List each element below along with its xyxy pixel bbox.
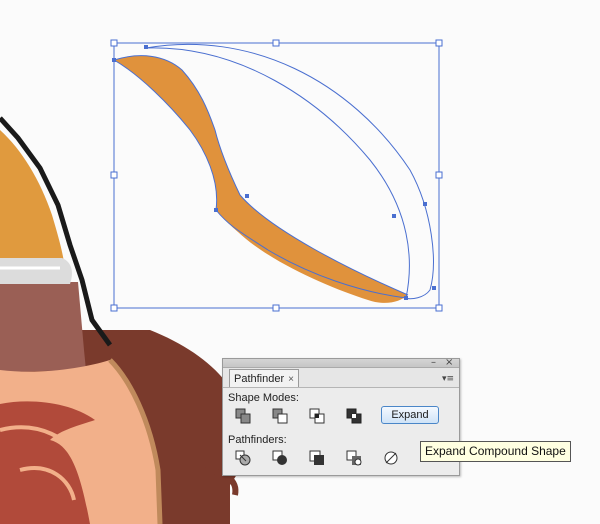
- panel-minimize-button[interactable]: –: [431, 358, 436, 368]
- exclude-icon[interactable]: [345, 407, 363, 425]
- divide-icon[interactable]: [234, 449, 252, 467]
- merge-icon[interactable]: [308, 449, 326, 467]
- resize-handle-top-left: [110, 39, 118, 47]
- intersect-icon[interactable]: [308, 407, 326, 425]
- tab-pathfinder-label: Pathfinder: [234, 373, 285, 385]
- expand-button[interactable]: Expand: [381, 406, 439, 424]
- resize-handle-middle-right: [435, 171, 443, 179]
- outline-icon[interactable]: [382, 449, 400, 467]
- minus-front-icon[interactable]: [271, 407, 289, 425]
- resize-handle-top-right: [435, 39, 443, 47]
- tab-close-icon[interactable]: ×: [288, 374, 294, 385]
- shape-modes-label: Shape Modes:: [228, 392, 299, 404]
- panel-title-bar[interactable]: – ×: [223, 358, 459, 368]
- resize-handle-middle-left: [110, 171, 118, 179]
- resize-handle-bottom-right: [435, 304, 443, 312]
- pathfinders-label: Pathfinders:: [228, 434, 287, 446]
- trim-icon[interactable]: [271, 449, 289, 467]
- resize-handle-bottom-left: [110, 304, 118, 312]
- tab-pathfinder[interactable]: Pathfinder ×: [229, 369, 299, 388]
- expand-compound-shape-tooltip: Expand Compound Shape: [420, 441, 571, 462]
- character-face-shadow: [0, 282, 86, 372]
- panel-menu-icon[interactable]: ▾≡: [441, 374, 455, 384]
- crop-icon[interactable]: [345, 449, 363, 467]
- resize-handle-bottom-middle: [272, 304, 280, 312]
- panel-close-button[interactable]: ×: [445, 358, 453, 368]
- resize-handle-top-middle: [272, 39, 280, 47]
- unite-icon[interactable]: [234, 407, 252, 425]
- character-hat-band: [0, 258, 72, 284]
